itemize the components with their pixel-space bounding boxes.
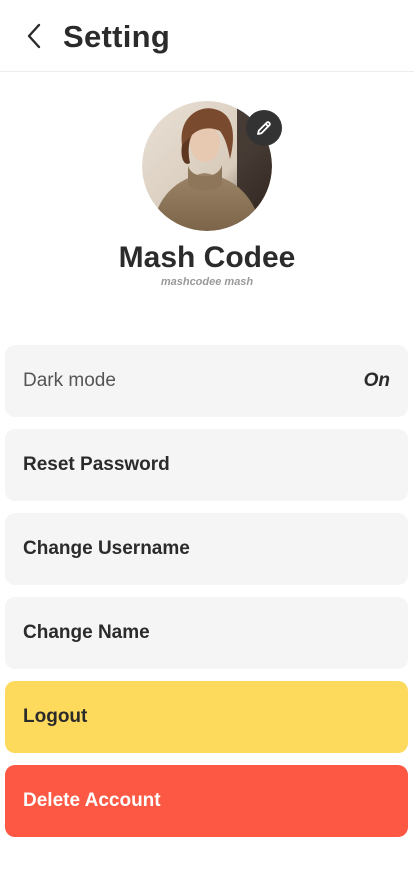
- chevron-left-icon: [27, 23, 41, 49]
- dark-mode-label: Dark mode: [23, 370, 116, 391]
- app-header: Setting: [0, 0, 414, 72]
- pencil-icon: [257, 121, 271, 135]
- reset-password-label: Reset Password: [23, 454, 170, 475]
- change-username-button[interactable]: Change Username: [5, 513, 408, 585]
- avatar-container: [142, 101, 282, 231]
- back-button[interactable]: [20, 20, 48, 52]
- page-title: Setting: [63, 19, 171, 54]
- change-name-label: Change Name: [23, 622, 150, 643]
- profile-username: mashcodee mash: [160, 276, 254, 288]
- dark-mode-toggle[interactable]: Dark mode On: [5, 345, 408, 417]
- change-name-button[interactable]: Change Name: [5, 597, 408, 669]
- change-username-label: Change Username: [23, 538, 190, 559]
- logout-button[interactable]: Logout: [5, 681, 408, 753]
- profile-name: Mash Codee: [118, 241, 296, 274]
- dark-mode-value: On: [363, 370, 390, 391]
- edit-avatar-button[interactable]: [246, 110, 282, 146]
- logout-label: Logout: [23, 706, 88, 727]
- delete-account-label: Delete Account: [23, 790, 161, 811]
- reset-password-button[interactable]: Reset Password: [5, 429, 408, 501]
- delete-account-button[interactable]: Delete Account: [5, 765, 408, 837]
